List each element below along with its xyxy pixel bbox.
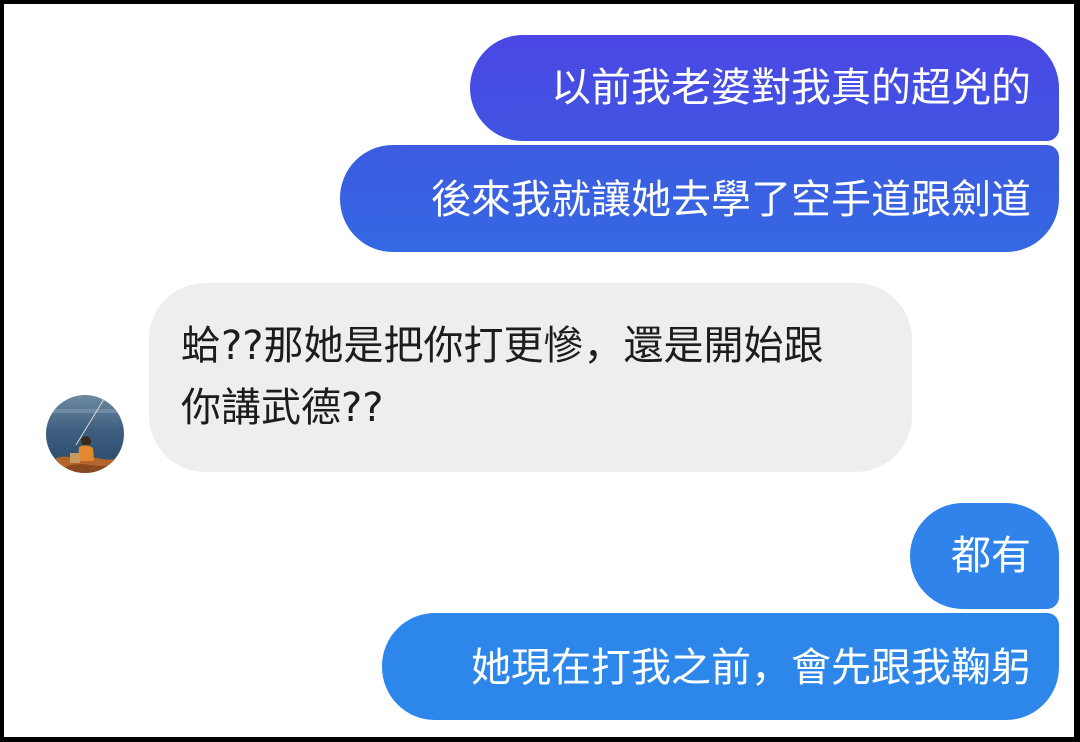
message-text: 她現在打我之前，會先跟我鞠躬 — [471, 645, 1031, 691]
message-text-line: 蛤??那她是把你打更慘，還是開始跟 — [181, 323, 824, 369]
contact-avatar[interactable] — [46, 395, 124, 473]
outgoing-message-bubble[interactable]: 都有 — [910, 503, 1059, 609]
chat-screenshot-frame: 以前我老婆對我真的超兇的 後來我就讓她去學了空手道跟劍道 蛤??那她是把你打更慘 — [4, 4, 1074, 737]
incoming-message-bubble[interactable]: 蛤??那她是把你打更慘，還是開始跟 你講武德?? — [149, 283, 912, 472]
message-text: 以前我老婆對我真的超兇的 — [551, 65, 1031, 111]
message-text: 後來我就讓她去學了空手道跟劍道 — [431, 177, 1031, 223]
outgoing-message-bubble[interactable]: 後來我就讓她去學了空手道跟劍道 — [340, 145, 1059, 252]
message-text-line: 你講武德?? — [181, 385, 384, 431]
outgoing-message-bubble[interactable]: 以前我老婆對我真的超兇的 — [470, 35, 1059, 141]
outgoing-message-bubble[interactable]: 她現在打我之前，會先跟我鞠躬 — [382, 613, 1059, 720]
message-text: 都有 — [951, 533, 1031, 579]
fisherman-avatar-icon — [46, 395, 124, 473]
